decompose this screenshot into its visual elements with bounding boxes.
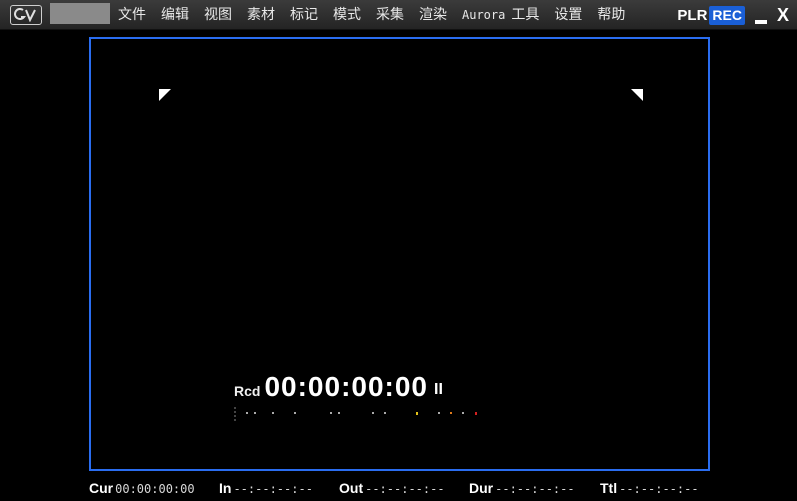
menu-settings[interactable]: 设置	[554, 0, 582, 30]
timecode-display: Rcd 00:00:00:00 II	[234, 372, 443, 402]
status-dur-value: --:--:--:--	[495, 482, 575, 496]
menu-file[interactable]: 文件	[118, 0, 146, 30]
status-cur-label: Cur	[89, 480, 114, 496]
menu-marker[interactable]: 标记	[290, 0, 318, 30]
menu-capture[interactable]: 采集	[376, 0, 404, 30]
safe-area-marker-top-left-icon	[159, 89, 171, 101]
status-dur-label: Dur	[469, 480, 494, 496]
title-field	[50, 3, 110, 24]
window-controls: PLR REC X	[677, 0, 789, 30]
pause-icon: II	[434, 381, 443, 398]
menu-mode[interactable]: 模式	[333, 0, 361, 30]
minimize-icon[interactable]	[754, 20, 767, 24]
menu-help[interactable]: 帮助	[597, 0, 625, 30]
status-ttl-value: --:--:--:--	[619, 482, 699, 496]
status-in-label: In	[219, 480, 232, 496]
status-dur: Dur --:--:--:--	[469, 480, 575, 496]
menu-render[interactable]: 渲染	[419, 0, 447, 30]
status-in-value: --:--:--:--	[233, 482, 313, 496]
audio-level-meter	[234, 407, 477, 421]
status-cur: Cur 00:00:00:00	[89, 480, 195, 496]
main-menu: 文件 编辑 视图 素材 标记 模式 采集 渲染 Aurora 工具 设置 帮助	[118, 0, 640, 30]
menu-clip[interactable]: 素材	[247, 0, 275, 30]
gv-logo-icon[interactable]	[10, 5, 42, 25]
menu-edit[interactable]: 编辑	[161, 0, 189, 30]
status-cur-value: 00:00:00:00	[115, 482, 195, 496]
plr-toggle[interactable]: PLR	[677, 7, 707, 24]
status-in: In --:--:--:--	[219, 480, 313, 496]
timecode-label: Rcd	[234, 383, 261, 399]
status-bar: Cur 00:00:00:00 In --:--:--:-- Out --:--…	[0, 478, 797, 501]
close-icon[interactable]: X	[777, 0, 789, 30]
timecode-value: 00:00:00:00	[264, 371, 429, 402]
status-out: Out --:--:--:--	[339, 480, 445, 496]
menu-tools[interactable]: 工具	[511, 0, 539, 30]
menu-view[interactable]: 视图	[204, 0, 232, 30]
rec-toggle[interactable]: REC	[709, 5, 745, 25]
safe-area-marker-top-right-icon	[631, 89, 643, 101]
status-ttl-label: Ttl	[600, 480, 618, 496]
recorder-viewer[interactable]: Rcd 00:00:00:00 II	[89, 37, 710, 471]
menu-aurora[interactable]: Aurora	[462, 0, 505, 30]
status-out-label: Out	[339, 480, 364, 496]
menu-bar: 文件 编辑 视图 素材 标记 模式 采集 渲染 Aurora 工具 设置 帮助 …	[0, 0, 797, 30]
status-out-value: --:--:--:--	[365, 482, 445, 496]
status-ttl: Ttl --:--:--:--	[600, 480, 699, 496]
